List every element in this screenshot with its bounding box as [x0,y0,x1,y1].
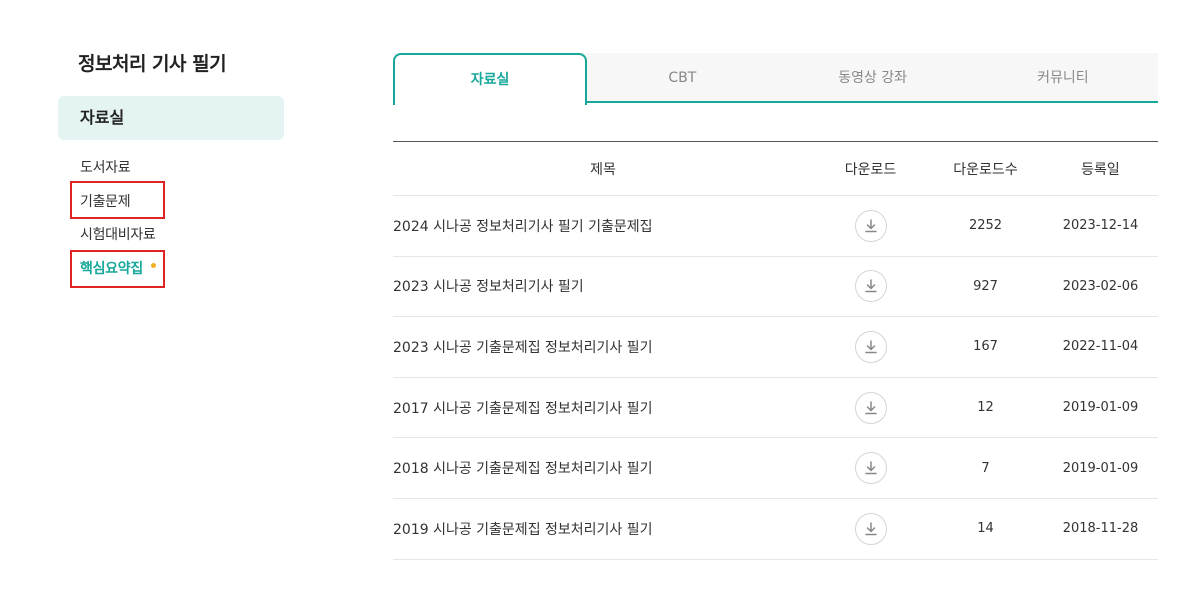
tab-library[interactable]: 자료실 [393,53,588,105]
sidebar-item-key-summary-label: 핵심요약집 [80,260,143,277]
download-cell [813,391,928,424]
download-cell [813,330,928,363]
header-date: 등록일 [1081,161,1120,178]
sidebar-item-key-summary[interactable]: 핵심요약집 [58,253,284,287]
row-download-count: 167 [973,339,998,355]
table-row: 2023 시나공 기출문제집 정보처리기사 필기 167 2022-11-04 [393,317,1158,378]
row-title[interactable]: 2023 시나공 정보처리기사 필기 [393,276,813,296]
tab-bar: 자료실 CBT 동영상 강좌 커뮤니티 [393,53,1158,105]
sidebar-item-books[interactable]: 도서자료 [58,152,284,186]
row-date: 2019-01-09 [1062,400,1139,416]
download-cell [813,512,928,545]
sidebar-item-past-exams[interactable]: 기출문제 [58,186,284,220]
row-download-count: 12 [977,400,994,416]
row-title[interactable]: 2024 시나공 정보처리기사 필기 기출문제집 [393,216,813,236]
sidebar-item-exam-prep[interactable]: 시험대비자료 [58,219,284,253]
new-dot-icon [151,262,156,268]
row-title[interactable]: 2018 시나공 기출문제집 정보처리기사 필기 [393,458,813,478]
row-date: 2023-12-14 [1062,218,1139,234]
table-row: 2019 시나공 기출문제집 정보처리기사 필기 14 2018-11-28 [393,499,1158,560]
download-icon[interactable] [854,512,887,545]
row-date: 2022-11-04 [1062,339,1139,355]
download-icon[interactable] [854,452,887,485]
table-header-row: 제목 다운로드 다운로드수 등록일 [393,142,1158,196]
row-download-count: 2252 [968,218,1003,234]
row-title[interactable]: 2019 시나공 기출문제집 정보처리기사 필기 [393,519,813,539]
table-row: 2023 시나공 정보처리기사 필기 927 2023-02-06 [393,257,1158,318]
sidebar: 정보처리 기사 필기 자료실 도서자료 기출문제 시험대비자료 핵심요약집 [58,50,284,286]
row-date: 2023-02-06 [1062,278,1139,294]
row-download-count: 7 [981,460,990,476]
row-download-count: 14 [977,521,994,537]
table-row: 2024 시나공 정보처리기사 필기 기출문제집 2252 2023-12-14 [393,196,1158,257]
row-title[interactable]: 2017 시나공 기출문제집 정보처리기사 필기 [393,398,813,418]
resource-table: 제목 다운로드 다운로드수 등록일 2024 시나공 정보처리기사 필기 기출문… [393,141,1158,560]
download-cell [813,452,928,485]
header-download: 다운로드 [844,161,897,178]
download-icon[interactable] [854,270,887,303]
download-icon[interactable] [854,330,887,363]
header-title: 제목 [590,161,616,178]
sidebar-title: 정보처리 기사 필기 [78,53,227,75]
table-row: 2018 시나공 기출문제집 정보처리기사 필기 7 2019-01-09 [393,438,1158,499]
download-cell [813,209,928,242]
row-download-count: 927 [973,278,998,294]
row-date: 2018-11-28 [1062,521,1139,537]
tab-community[interactable]: 커뮤니티 [968,53,1158,101]
sidebar-section-library[interactable]: 자료실 [58,96,284,140]
table-row: 2017 시나공 기출문제집 정보처리기사 필기 12 2019-01-09 [393,378,1158,439]
header-download-count: 다운로드수 [953,161,1018,178]
row-date: 2019-01-09 [1062,460,1139,476]
tab-video-lectures[interactable]: 동영상 강좌 [778,53,968,101]
download-cell [813,270,928,303]
sidebar-list: 도서자료 기출문제 시험대비자료 핵심요약집 [58,152,284,286]
tab-cbt[interactable]: CBT [587,53,777,101]
row-title[interactable]: 2023 시나공 기출문제집 정보처리기사 필기 [393,337,813,357]
download-icon[interactable] [854,209,887,242]
download-icon[interactable] [854,391,887,424]
